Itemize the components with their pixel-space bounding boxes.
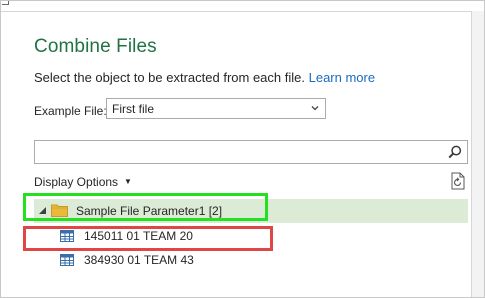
chevron-down-icon bbox=[311, 106, 319, 111]
right-scroll-rail[interactable] bbox=[471, 11, 484, 297]
folder-icon bbox=[51, 204, 68, 217]
combine-files-dialog: Combine Files Select the object to be ex… bbox=[0, 0, 485, 298]
top-strip bbox=[1, 1, 484, 11]
tree-child-item[interactable]: 384930 01 TEAM 43 bbox=[34, 249, 468, 271]
tree-root-label: Sample File Parameter1 [2] bbox=[76, 204, 223, 218]
refresh-document-icon[interactable] bbox=[450, 172, 466, 190]
search-input[interactable] bbox=[34, 140, 468, 164]
example-file-dropdown[interactable]: First file bbox=[106, 98, 326, 119]
tree-child-label: 384930 01 TEAM 43 bbox=[84, 253, 194, 267]
instruction-label: Select the object to be extracted from e… bbox=[34, 70, 305, 85]
corner-mark bbox=[2, 1, 9, 5]
dialog-title: Combine Files bbox=[34, 36, 157, 57]
header-divider bbox=[1, 11, 471, 12]
table-icon bbox=[60, 230, 74, 242]
example-file-label: Example File: bbox=[34, 104, 107, 118]
search-icon[interactable] bbox=[448, 145, 462, 159]
example-file-value: First file bbox=[112, 102, 154, 116]
instruction-text: Select the object to be extracted from e… bbox=[34, 70, 375, 85]
table-icon bbox=[60, 254, 74, 266]
display-options-menu[interactable]: Display Options ▼ bbox=[34, 175, 132, 189]
tree-root-item[interactable]: Sample File Parameter1 [2] bbox=[34, 199, 468, 223]
display-options-label: Display Options bbox=[34, 175, 119, 189]
expanded-triangle-icon[interactable] bbox=[39, 207, 46, 214]
caret-down-icon: ▼ bbox=[124, 177, 132, 186]
tree-child-item[interactable]: 145011 01 TEAM 20 bbox=[34, 225, 468, 247]
learn-more-link[interactable]: Learn more bbox=[309, 70, 375, 85]
tree-child-label: 145011 01 TEAM 20 bbox=[84, 229, 193, 243]
